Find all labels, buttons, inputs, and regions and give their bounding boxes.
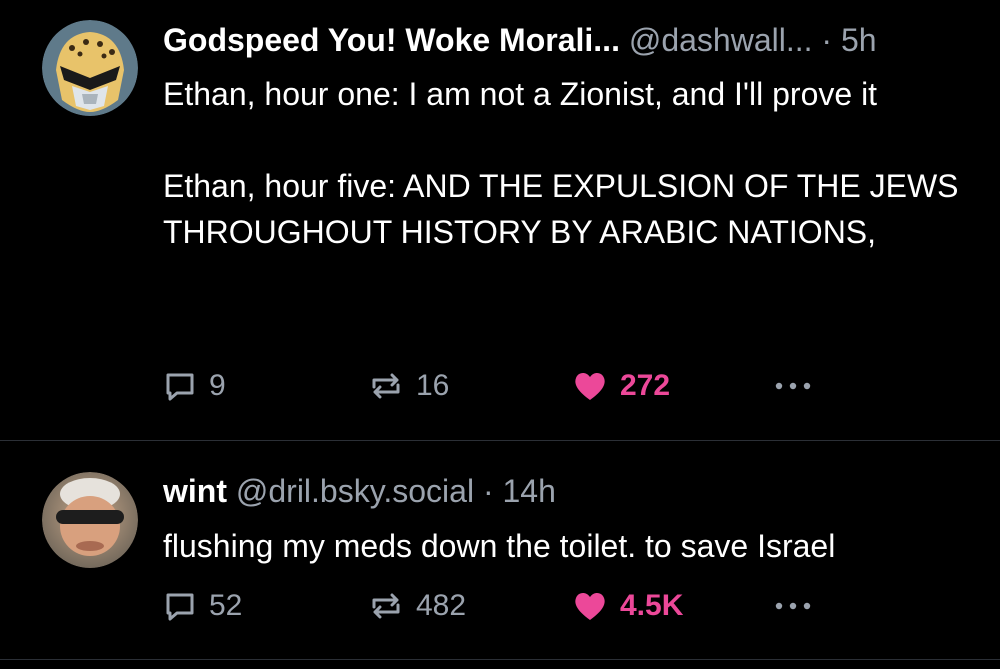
separator-dot: ·: [482, 473, 494, 509]
post[interactable]: wint @dril.bsky.social · 14h flushing my…: [0, 441, 1000, 659]
more-options-button[interactable]: [773, 374, 813, 403]
like-count: 4.5K: [620, 589, 684, 622]
post-actions: 9 16 272: [163, 366, 863, 406]
post-text: flushing my meds down the toilet. to sav…: [163, 523, 973, 569]
repost-count: 16: [416, 369, 450, 402]
reply-button[interactable]: 52: [163, 586, 242, 626]
reply-button[interactable]: 9: [163, 366, 226, 406]
speech-bubble-icon: [166, 373, 194, 401]
post-header: wint @dril.bsky.social · 14h: [163, 471, 556, 511]
more-options-button[interactable]: [773, 594, 813, 623]
author-name[interactable]: wint: [163, 473, 227, 509]
post-text-paragraph: Ethan, hour five: AND THE EXPULSION OF T…: [163, 168, 959, 250]
ellipsis-icon: [775, 602, 811, 610]
separator-dot: ·: [821, 22, 833, 58]
repost-arrows-icon: [372, 373, 400, 399]
like-button[interactable]: 4.5K: [572, 586, 683, 626]
author-handle[interactable]: @dashwall...: [629, 22, 813, 58]
post-time[interactable]: 14h: [502, 473, 555, 509]
post-actions: 52 482 4.5K: [163, 586, 863, 626]
reply-count: 52: [209, 589, 243, 622]
post-text: Ethan, hour one: I am not a Zionist, and…: [163, 71, 973, 255]
reply-count: 9: [209, 369, 226, 402]
post-text-paragraph: flushing my meds down the toilet. to sav…: [163, 528, 836, 564]
post-text-paragraph: Ethan, hour one: I am not a Zionist, and…: [163, 76, 878, 112]
post-divider: [0, 659, 1000, 660]
heart-icon: [575, 372, 605, 400]
repost-button[interactable]: 482: [368, 586, 466, 626]
ranger-helmet-avatar: [42, 20, 138, 116]
heart-icon: [575, 592, 605, 620]
post-header: Godspeed You! Woke Morali... @dashwall..…: [163, 20, 877, 60]
repost-arrows-icon: [372, 593, 400, 619]
post-time[interactable]: 5h: [841, 22, 877, 58]
author-name[interactable]: Godspeed You! Woke Morali...: [163, 22, 620, 58]
post[interactable]: Godspeed You! Woke Morali... @dashwall..…: [0, 0, 1000, 440]
like-button[interactable]: 272: [572, 366, 670, 406]
author-avatar[interactable]: [42, 472, 138, 568]
repost-count: 482: [416, 589, 467, 622]
blurred-face-avatar: [42, 472, 138, 568]
ellipsis-icon: [775, 382, 811, 390]
author-avatar[interactable]: [42, 20, 138, 116]
like-count: 272: [620, 369, 671, 402]
speech-bubble-icon: [166, 593, 194, 621]
repost-button[interactable]: 16: [368, 366, 449, 406]
author-handle[interactable]: @dril.bsky.social: [236, 473, 474, 509]
